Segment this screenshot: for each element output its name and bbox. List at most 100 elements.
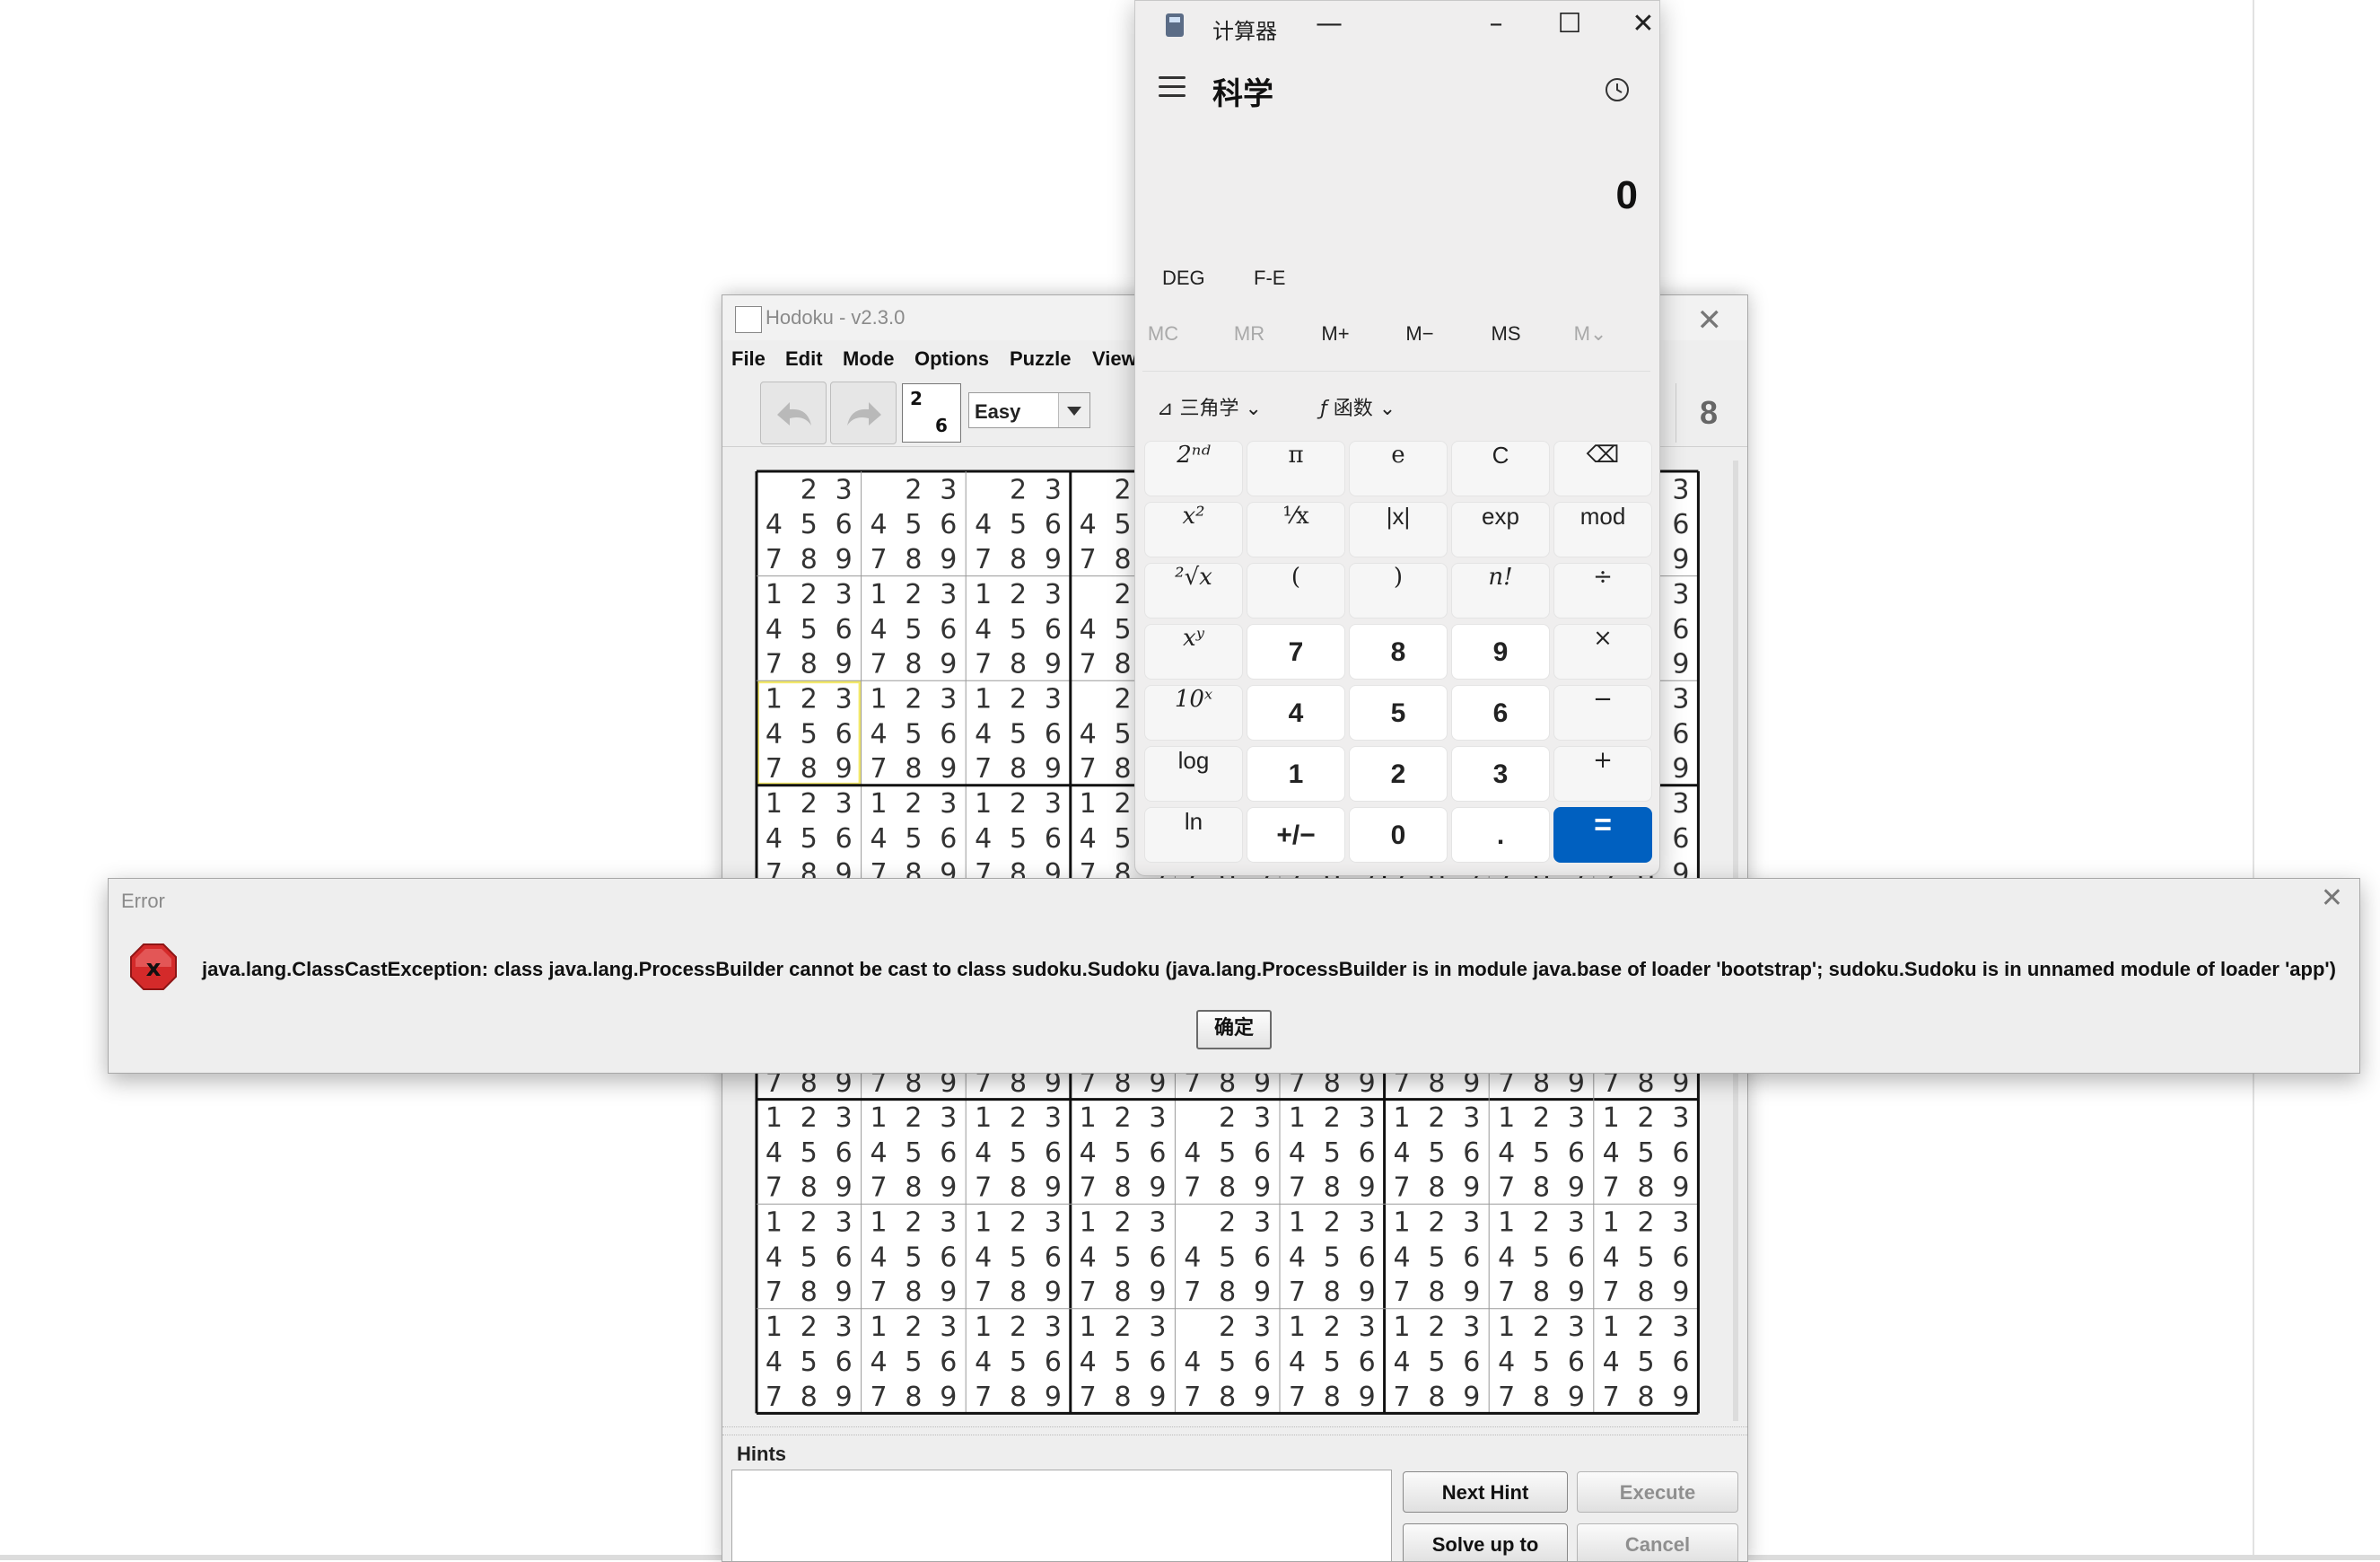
clear-button[interactable]: C	[1451, 441, 1550, 496]
sudoku-cell[interactable]: 123456789	[975, 1102, 1062, 1204]
sudoku-cell[interactable]: 123456789	[766, 579, 853, 680]
sudoku-cell[interactable]: 123456789	[870, 1312, 957, 1413]
sudoku-cell[interactable]: 123456789	[1603, 1312, 1690, 1413]
sudoku-cell[interactable]: 123456789	[1498, 1102, 1585, 1204]
memory-clear-button[interactable]: MC	[1135, 322, 1205, 346]
digit-8-button[interactable]: 8	[1349, 624, 1448, 680]
history-icon[interactable]	[1604, 76, 1631, 103]
close-icon[interactable]: ✕	[1616, 4, 1659, 44]
subtract-button[interactable]: −	[1553, 685, 1652, 741]
minimize-icon[interactable]: —	[1302, 4, 1356, 44]
close-icon[interactable]: ✕	[2321, 882, 2343, 914]
digit-7-button[interactable]: 7	[1247, 624, 1345, 680]
trigonometry-dropdown[interactable]: ⊿ 三角学 ⌄	[1157, 392, 1262, 421]
sudoku-cell[interactable]: 123456789	[870, 1102, 957, 1204]
function-dropdown[interactable]: ƒ 函数 ⌄	[1320, 392, 1396, 421]
candidate-digit: 1	[975, 1207, 992, 1239]
candidate-digit: 5	[1010, 823, 1027, 855]
sudoku-cell[interactable]: 123456789	[870, 579, 957, 680]
ln-button[interactable]: ln	[1144, 807, 1243, 863]
sudoku-cell[interactable]: 123456789	[766, 788, 853, 890]
sudoku-cell[interactable]: 123456789	[975, 788, 1062, 890]
memory-add-button[interactable]: M+	[1293, 322, 1378, 346]
digit-0-button[interactable]: 0	[1349, 807, 1448, 863]
memory-list-button[interactable]: M⌄	[1548, 322, 1632, 346]
sudoku-cell[interactable]: 123456789	[1603, 1102, 1690, 1204]
sudoku-cell[interactable]: 123456789	[975, 1207, 1062, 1309]
absolute-button[interactable]: |x|	[1349, 502, 1448, 557]
sudoku-cell[interactable]: 123456789	[975, 579, 1062, 680]
sudoku-cell[interactable]: 123456789	[870, 1207, 957, 1309]
sudoku-cell[interactable]: 123456789	[1498, 1312, 1585, 1413]
sudoku-cell[interactable]: 123456789	[1080, 1102, 1167, 1204]
memory-subtract-button[interactable]: M−	[1378, 322, 1462, 346]
open-paren-button[interactable]: (	[1247, 563, 1345, 619]
log-button[interactable]: log	[1144, 746, 1243, 802]
candidate-digit: 4	[766, 1347, 783, 1378]
sudoku-cell[interactable]: 123456789	[1080, 1312, 1167, 1413]
sudoku-cell[interactable]: 123456789	[870, 684, 957, 785]
candidate-digit: 5	[1010, 614, 1027, 645]
decimal-button[interactable]: .	[1451, 807, 1550, 863]
power-button[interactable]: xʸ	[1144, 624, 1243, 680]
digit-3-button[interactable]: 3	[1451, 746, 1550, 802]
next-hint-button[interactable]: Next Hint	[1403, 1471, 1568, 1513]
sudoku-cell[interactable]: 123456789	[870, 788, 957, 890]
sudoku-cell[interactable]: 123456789	[975, 684, 1062, 785]
sudoku-cell[interactable]: 123456789	[1080, 1207, 1167, 1309]
sudoku-cell[interactable]: 123456789	[766, 1102, 853, 1204]
sudoku-cell[interactable]: 123456789	[766, 1312, 853, 1413]
hints-text-area[interactable]	[731, 1470, 1392, 1561]
digit-1-button[interactable]: 1	[1247, 746, 1345, 802]
memory-recall-button[interactable]: MR	[1207, 322, 1291, 346]
hints-label: Hints	[737, 1443, 786, 1465]
minimize-icon[interactable]: –	[1469, 4, 1523, 44]
add-button[interactable]: +	[1553, 746, 1652, 802]
mod-button[interactable]: mod	[1553, 502, 1652, 557]
square-button[interactable]: x²	[1144, 502, 1243, 557]
e-button[interactable]: e	[1349, 441, 1448, 496]
exp-button[interactable]: exp	[1451, 502, 1550, 557]
split-pane-divider[interactable]	[722, 1426, 1747, 1435]
digit-2-button[interactable]: 2	[1349, 746, 1448, 802]
deg-toggle[interactable]: DEG	[1162, 267, 1205, 290]
candidate-digit: 5	[801, 1347, 818, 1378]
pi-button[interactable]: π	[1247, 441, 1345, 496]
sudoku-cell[interactable]: 123456789	[757, 680, 862, 785]
sudoku-cell[interactable]: 123456789	[1498, 1207, 1585, 1309]
maximize-icon[interactable]: ☐	[1543, 4, 1597, 44]
equals-button[interactable]: =	[1553, 807, 1652, 863]
cancel-button[interactable]: Cancel	[1577, 1523, 1738, 1561]
square-root-button[interactable]: ²√x	[1144, 563, 1243, 619]
fe-toggle[interactable]: F-E	[1254, 267, 1285, 290]
sudoku-cell[interactable]: 123456789	[766, 1207, 853, 1309]
sudoku-cell[interactable]: 123456789	[1393, 1207, 1480, 1309]
second-function-button[interactable]: 2ⁿᵈ	[1144, 441, 1243, 496]
multiply-button[interactable]: ×	[1553, 624, 1652, 680]
digit-4-button[interactable]: 4	[1247, 685, 1345, 741]
ok-button[interactable]: 确定	[1196, 1010, 1272, 1049]
digit-5-button[interactable]: 5	[1349, 685, 1448, 741]
candidate-digit: 9	[940, 1382, 957, 1413]
memory-store-button[interactable]: MS	[1464, 322, 1548, 346]
sudoku-cell[interactable]: 123456789	[975, 1312, 1062, 1413]
digit-6-button[interactable]: 6	[1451, 685, 1550, 741]
backspace-button[interactable]: ⌫	[1553, 441, 1652, 496]
factorial-button[interactable]: n!	[1451, 563, 1550, 619]
close-paren-button[interactable]: )	[1349, 563, 1448, 619]
divide-button[interactable]: ÷	[1553, 563, 1652, 619]
sudoku-cell[interactable]: 123456789	[1393, 1312, 1480, 1413]
solve-up-to-button[interactable]: Solve up to	[1403, 1523, 1568, 1561]
reciprocal-button[interactable]: ¹⁄x	[1247, 502, 1345, 557]
sudoku-cell[interactable]: 123456789	[1289, 1102, 1376, 1204]
execute-button[interactable]: Execute	[1577, 1471, 1738, 1513]
candidate-digit: 7	[1080, 649, 1097, 680]
ten-power-button[interactable]: 10ˣ	[1144, 685, 1243, 741]
sudoku-cell[interactable]: 123456789	[1603, 1207, 1690, 1309]
sudoku-cell[interactable]: 123456789	[1289, 1207, 1376, 1309]
hamburger-menu-icon[interactable]	[1159, 76, 1186, 98]
sudoku-cell[interactable]: 123456789	[1393, 1102, 1480, 1204]
digit-9-button[interactable]: 9	[1451, 624, 1550, 680]
negate-button[interactable]: +/−	[1247, 807, 1345, 863]
sudoku-cell[interactable]: 123456789	[1289, 1312, 1376, 1413]
